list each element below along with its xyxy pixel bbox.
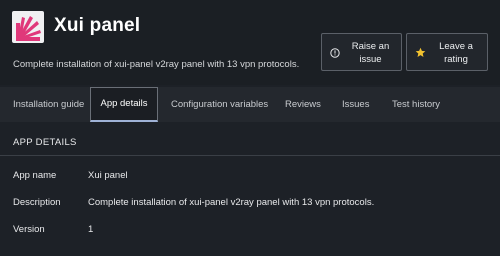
app-logo-icon <box>12 11 44 43</box>
description-label: Description <box>13 197 61 208</box>
app-description: Complete installation of xui-panel v2ray… <box>13 59 300 70</box>
app-name-label: App name <box>13 170 57 181</box>
description-value: Complete installation of xui-panel v2ray… <box>88 197 375 208</box>
tab-bar: Installation guide App details Configura… <box>0 87 500 122</box>
tab-test-history[interactable]: Test history <box>392 87 440 122</box>
tab-configuration-variables[interactable]: Configuration variables <box>171 87 268 122</box>
section-title: APP DETAILS <box>13 137 77 148</box>
leave-rating-button[interactable]: Leave a rating <box>406 33 488 71</box>
tab-app-details[interactable]: App details <box>90 87 158 122</box>
version-label: Version <box>13 224 45 235</box>
app-name-value: Xui panel <box>88 170 128 181</box>
app-header: Xui panel Complete installation of xui-p… <box>0 0 500 85</box>
raise-issue-button[interactable]: Raise an issue <box>321 33 402 71</box>
tab-reviews[interactable]: Reviews <box>285 87 321 122</box>
star-icon <box>415 47 426 57</box>
version-value: 1 <box>88 224 94 235</box>
app-details-section: APP DETAILS App name Xui panel Descripti… <box>0 128 500 256</box>
section-divider <box>0 155 500 156</box>
tab-issues[interactable]: Issues <box>342 87 369 122</box>
page-title: Xui panel <box>54 15 141 36</box>
raise-issue-label: Raise an issue <box>351 41 390 65</box>
tab-installation-guide[interactable]: Installation guide <box>13 87 84 122</box>
leave-rating-label: Leave a rating <box>439 41 473 65</box>
info-circle-icon <box>330 48 340 58</box>
